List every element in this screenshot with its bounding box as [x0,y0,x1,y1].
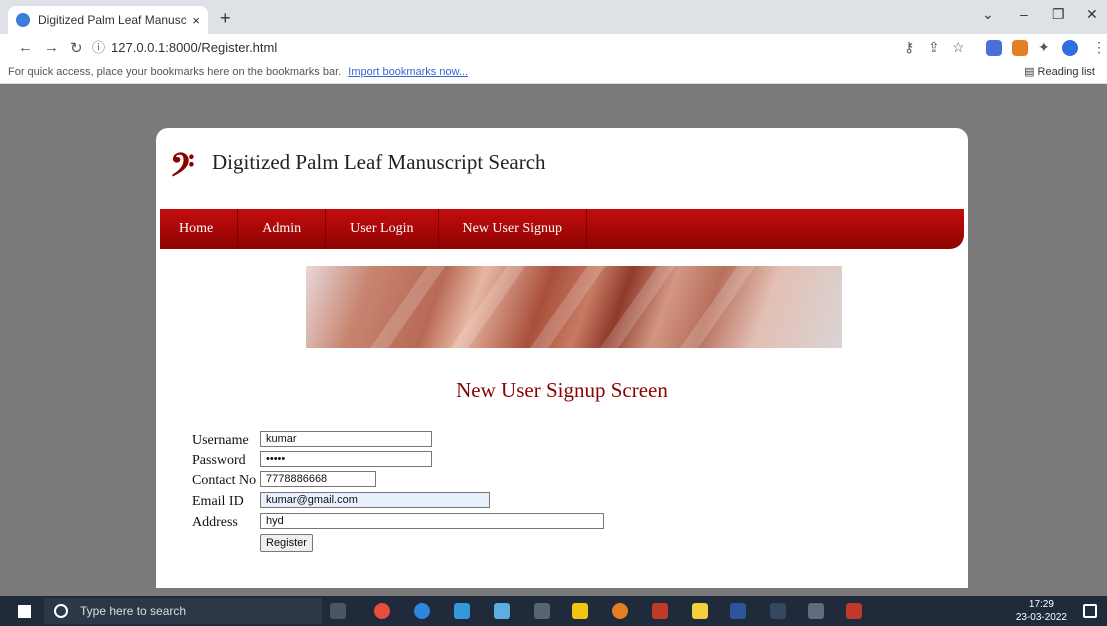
restore-icon[interactable]: ❐ [1052,6,1065,23]
screen-title: New User Signup Screen [456,378,668,402]
app-icon[interactable] [808,603,824,619]
share-icon[interactable]: ⇪ [928,39,940,56]
more-menu-icon[interactable]: ⋮ [1092,39,1106,56]
app-icon[interactable] [770,603,786,619]
url-text: 127.0.0.1:8000/Register.html [111,40,278,55]
password-input[interactable] [260,451,432,467]
url-field[interactable]: ⓘ 127.0.0.1:8000/Register.html [92,38,892,58]
notification-icon[interactable] [1083,604,1097,618]
minimize-icon[interactable]: – [1020,6,1028,22]
menu-item-user-login[interactable]: User Login [326,209,439,249]
back-icon[interactable]: ← [18,39,33,56]
key-icon[interactable]: ⚷ [904,39,914,56]
clock-date: 23-03-2022 [1015,612,1067,623]
forward-icon[interactable]: → [44,39,59,56]
reading-list-icon: ▤ [1024,66,1038,78]
email-label: Email ID [192,494,244,509]
adblock-extension-icon[interactable] [986,40,1002,56]
window-close-icon[interactable]: ✕ [1086,6,1098,23]
register-button[interactable]: Register [260,534,313,552]
bookmarks-hint: For quick access, place your bookmarks h… [8,66,342,78]
app-icon[interactable] [846,603,862,619]
puzzle-icon[interactable]: ✦ [1038,39,1050,56]
address-label: Address [192,515,238,530]
logo-icon: 𝄢 [170,146,195,191]
metamask-extension-icon[interactable] [1012,40,1028,56]
contact-label: Contact No [192,473,257,488]
shield-extension-icon[interactable] [1062,40,1078,56]
reading-list-label: Reading list [1037,66,1095,78]
new-tab-icon[interactable]: + [220,8,231,29]
password-label: Password [192,453,246,468]
site-info-icon[interactable]: ⓘ [92,40,105,55]
username-label: Username [192,433,249,448]
chevron-down-icon[interactable]: ⌄ [982,6,994,23]
star-icon[interactable]: ☆ [952,39,965,56]
word-icon[interactable] [730,603,746,619]
address-input[interactable] [260,513,604,529]
address-bar: ← → ↻ ⓘ 127.0.0.1:8000/Register.html ⚷ ⇪ … [0,34,1107,62]
menu-item-home[interactable]: Home [160,209,239,249]
page-container: 𝄢 Digitized Palm Leaf Manuscript Search … [156,128,968,588]
file-explorer-icon[interactable] [692,603,708,619]
import-bookmarks-link[interactable]: Import bookmarks now... [348,66,468,78]
contact-input[interactable] [260,471,376,487]
tab-title: Digitized Palm Leaf Manuscript S [38,13,187,27]
task-view-icon[interactable] [330,603,346,619]
mail-icon[interactable] [454,603,470,619]
store-icon[interactable] [572,603,588,619]
menu-item-admin[interactable]: Admin [238,209,327,249]
clock[interactable]: 17:29 23-03-2022 [1016,598,1067,624]
cortana-icon [54,604,68,618]
browser-tab-bar: Digitized Palm Leaf Manuscript S × + ⌄ –… [0,0,1107,34]
menu-item-new-user-signup[interactable]: New User Signup [439,209,588,249]
clock-time: 17:29 [1028,599,1054,610]
email-input[interactable] [260,492,490,508]
app-icon[interactable] [494,603,510,619]
site-title: Digitized Palm Leaf Manuscript Search [212,150,546,174]
app-icon[interactable] [374,603,390,619]
username-input[interactable] [260,431,432,447]
main-menu: Home Admin User Login New User Signup [160,209,964,249]
favicon-icon [16,13,30,27]
reload-icon[interactable]: ↻ [70,39,83,57]
app-icon[interactable] [652,603,668,619]
terminal-icon[interactable] [534,603,550,619]
taskbar-search[interactable]: Type here to search [44,598,322,624]
palm-leaf-banner-image [306,266,842,348]
reading-list-button[interactable]: ▤ Reading list [1024,62,1095,82]
chrome-icon[interactable] [612,603,628,619]
windows-start-icon[interactable] [18,605,31,618]
browser-tab[interactable]: Digitized Palm Leaf Manuscript S × [8,6,208,34]
bookmarks-bar: For quick access, place your bookmarks h… [0,62,1107,84]
taskbar: Type here to search 17:29 23-03-2022 [0,596,1107,626]
edge-icon[interactable] [414,603,430,619]
search-placeholder: Type here to search [80,604,187,618]
close-tab-icon[interactable]: × [192,13,200,28]
